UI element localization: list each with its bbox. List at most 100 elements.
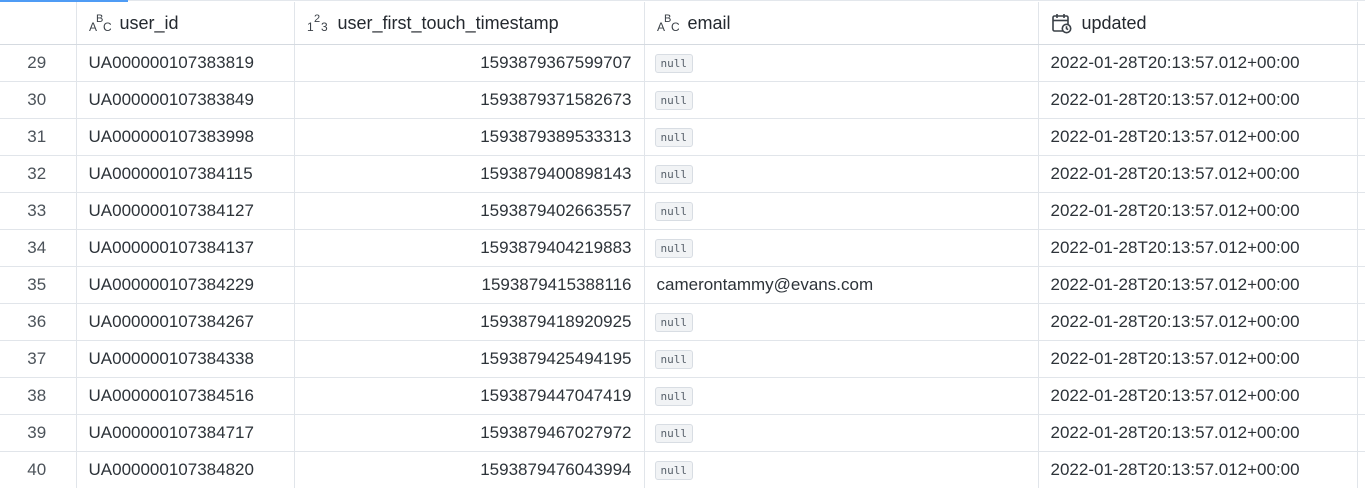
null-badge: null <box>654 387 693 406</box>
email-cell[interactable]: null <box>644 229 1039 267</box>
top-divider <box>128 0 1365 1</box>
column-label: email <box>687 12 731 33</box>
null-badge: null <box>654 91 693 110</box>
row-number-cell: 32 <box>0 155 77 193</box>
timestamp-cell[interactable]: 1593879404219883 <box>294 229 645 267</box>
email-cell[interactable]: camerontammy@evans.com <box>644 266 1039 304</box>
table-row[interactable]: 33 UA000000107384127 1593879402663557 null 2… <box>0 192 1365 230</box>
timestamp-cell[interactable]: 1593879418920925 <box>294 303 645 341</box>
updated-cell[interactable]: 2022-01-28T20:13:57.012+00:00 <box>1038 44 1358 82</box>
null-badge: null <box>654 350 693 369</box>
email-cell[interactable]: null <box>644 377 1039 415</box>
email-cell[interactable]: null <box>644 118 1039 156</box>
null-badge: null <box>654 424 693 443</box>
column-label: user_first_touch_timestamp <box>337 12 559 33</box>
user-id-cell[interactable]: UA000000107384127 <box>76 192 295 230</box>
user-id-cell[interactable]: UA000000107384229 <box>76 266 295 304</box>
row-number-cell: 31 <box>0 118 77 156</box>
email-cell[interactable]: null <box>644 340 1039 378</box>
row-number-cell: 30 <box>0 81 77 119</box>
column-header-user-first-touch-timestamp[interactable]: 1 2 3 user_first_touch_timestamp <box>294 2 645 45</box>
updated-cell[interactable]: 2022-01-28T20:13:57.012+00:00 <box>1038 377 1358 415</box>
timestamp-cell[interactable]: 1593879415388116 <box>294 266 645 304</box>
row-number-cell: 29 <box>0 44 77 82</box>
updated-cell[interactable]: 2022-01-28T20:13:57.012+00:00 <box>1038 266 1358 304</box>
row-filler <box>1357 303 1365 341</box>
email-cell[interactable]: null <box>644 155 1039 193</box>
user-id-cell[interactable]: UA000000107384820 <box>76 451 295 488</box>
table-row[interactable]: 34 UA000000107384137 1593879404219883 null 2… <box>0 229 1365 267</box>
email-cell[interactable]: null <box>644 44 1039 82</box>
email-cell[interactable]: null <box>644 414 1039 452</box>
timestamp-cell[interactable]: 1593879367599707 <box>294 44 645 82</box>
timestamp-type-icon <box>1051 12 1073 34</box>
table-row[interactable]: 31 UA000000107383998 1593879389533313 null 2… <box>0 118 1365 156</box>
row-number-cell: 36 <box>0 303 77 341</box>
row-filler <box>1357 414 1365 452</box>
svg-text:1: 1 <box>307 20 314 34</box>
updated-cell[interactable]: 2022-01-28T20:13:57.012+00:00 <box>1038 192 1358 230</box>
row-filler <box>1357 44 1365 82</box>
user-id-cell[interactable]: UA000000107384338 <box>76 340 295 378</box>
timestamp-cell[interactable]: 1593879371582673 <box>294 81 645 119</box>
user-id-cell[interactable]: UA000000107383849 <box>76 81 295 119</box>
updated-cell[interactable]: 2022-01-28T20:13:57.012+00:00 <box>1038 229 1358 267</box>
row-filler <box>1357 377 1365 415</box>
updated-cell[interactable]: 2022-01-28T20:13:57.012+00:00 <box>1038 340 1358 378</box>
user-id-cell[interactable]: UA000000107384717 <box>76 414 295 452</box>
table-body: 29 UA000000107383819 1593879367599707 null 2… <box>0 44 1365 488</box>
table-row[interactable]: 35 UA000000107384229 1593879415388116 camer… <box>0 266 1365 304</box>
email-value: camerontammy@evans.com <box>656 275 874 294</box>
number-type-icon: 1 2 3 <box>307 12 329 34</box>
row-number-cell: 40 <box>0 451 77 488</box>
row-number-cell: 37 <box>0 340 77 378</box>
row-number-cell: 33 <box>0 192 77 230</box>
updated-cell[interactable]: 2022-01-28T20:13:57.012+00:00 <box>1038 451 1358 488</box>
table-row[interactable]: 40 UA000000107384820 1593879476043994 null 2… <box>0 451 1365 488</box>
row-number-cell: 34 <box>0 229 77 267</box>
svg-text:C: C <box>103 20 111 34</box>
email-cell[interactable]: null <box>644 81 1039 119</box>
table-row[interactable]: 37 UA000000107384338 1593879425494195 null 2… <box>0 340 1365 378</box>
user-id-cell[interactable]: UA000000107384137 <box>76 229 295 267</box>
email-cell[interactable]: null <box>644 451 1039 488</box>
svg-text:C: C <box>671 20 679 34</box>
timestamp-cell[interactable]: 1593879447047419 <box>294 377 645 415</box>
row-filler <box>1357 118 1365 156</box>
updated-cell[interactable]: 2022-01-28T20:13:57.012+00:00 <box>1038 118 1358 156</box>
table-row[interactable]: 29 UA000000107383819 1593879367599707 null 2… <box>0 44 1365 82</box>
timestamp-cell[interactable]: 1593879476043994 <box>294 451 645 488</box>
row-number-cell: 39 <box>0 414 77 452</box>
email-cell[interactable]: null <box>644 192 1039 230</box>
table-row[interactable]: 38 UA000000107384516 1593879447047419 null 2… <box>0 377 1365 415</box>
results-table: A B C user_id 1 2 3 user_first_touch_tim… <box>0 2 1365 488</box>
table-row[interactable]: 39 UA000000107384717 1593879467027972 null 2… <box>0 414 1365 452</box>
updated-cell[interactable]: 2022-01-28T20:13:57.012+00:00 <box>1038 155 1358 193</box>
row-filler <box>1357 229 1365 267</box>
null-badge: null <box>654 54 693 73</box>
table-row[interactable]: 32 UA000000107384115 1593879400898143 null 2… <box>0 155 1365 193</box>
user-id-cell[interactable]: UA000000107383819 <box>76 44 295 82</box>
user-id-cell[interactable]: UA000000107384267 <box>76 303 295 341</box>
updated-cell[interactable]: 2022-01-28T20:13:57.012+00:00 <box>1038 81 1358 119</box>
timestamp-cell[interactable]: 1593879402663557 <box>294 192 645 230</box>
timestamp-cell[interactable]: 1593879425494195 <box>294 340 645 378</box>
column-header-email[interactable]: A B C email <box>644 2 1039 45</box>
column-header-user-id[interactable]: A B C user_id <box>76 2 295 45</box>
table-row[interactable]: 30 UA000000107383849 1593879371582673 null 2… <box>0 81 1365 119</box>
updated-cell[interactable]: 2022-01-28T20:13:57.012+00:00 <box>1038 414 1358 452</box>
row-filler <box>1357 340 1365 378</box>
timestamp-cell[interactable]: 1593879400898143 <box>294 155 645 193</box>
timestamp-cell[interactable]: 1593879389533313 <box>294 118 645 156</box>
column-label: user_id <box>119 12 179 33</box>
user-id-cell[interactable]: UA000000107384115 <box>76 155 295 193</box>
updated-cell[interactable]: 2022-01-28T20:13:57.012+00:00 <box>1038 303 1358 341</box>
null-badge: null <box>654 461 693 480</box>
user-id-cell[interactable]: UA000000107384516 <box>76 377 295 415</box>
timestamp-cell[interactable]: 1593879467027972 <box>294 414 645 452</box>
table-row[interactable]: 36 UA000000107384267 1593879418920925 null 2… <box>0 303 1365 341</box>
email-cell[interactable]: null <box>644 303 1039 341</box>
column-header-updated[interactable]: updated <box>1038 2 1358 45</box>
user-id-cell[interactable]: UA000000107383998 <box>76 118 295 156</box>
row-number-cell: 38 <box>0 377 77 415</box>
